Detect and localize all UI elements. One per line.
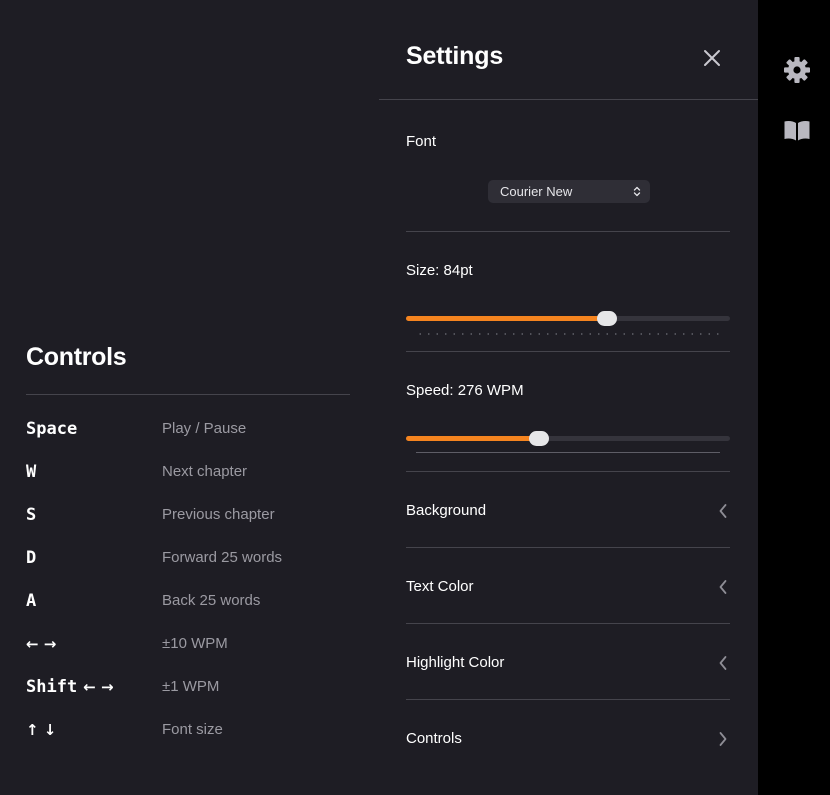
settings-title: Settings xyxy=(406,42,504,70)
chevron-left-icon xyxy=(719,504,727,518)
key-description: Next chapter xyxy=(162,463,248,480)
key-description: Forward 25 words xyxy=(162,549,283,566)
font-section: Font Courier New xyxy=(406,100,730,232)
slider-fill xyxy=(406,316,607,321)
key-description: Back 25 words xyxy=(162,592,261,609)
key-label: Shift ← → xyxy=(26,677,162,697)
text-color-row[interactable]: Text Color xyxy=(406,548,730,624)
slider-thumb[interactable] xyxy=(596,311,617,326)
slider-thumb[interactable] xyxy=(528,431,549,446)
key-description: Font size xyxy=(162,721,223,738)
chevron-right-icon xyxy=(719,732,727,746)
font-label: Font xyxy=(406,133,437,150)
key-label: S xyxy=(26,504,37,525)
settings-header: Settings xyxy=(379,0,758,100)
book-icon xyxy=(784,121,810,141)
slider-fill xyxy=(406,436,539,441)
background-label: Background xyxy=(406,502,487,519)
left-right-arrows-icon: ← → xyxy=(83,677,114,696)
controls-title: Controls xyxy=(26,343,127,371)
control-row: D Forward 25 words xyxy=(26,536,350,579)
font-select[interactable]: Courier New xyxy=(488,180,650,203)
slider-ticks xyxy=(416,452,720,453)
library-button[interactable] xyxy=(783,116,811,144)
up-down-arrows-icon: ↑ ↓ xyxy=(26,720,57,739)
divider xyxy=(26,394,350,395)
close-button[interactable] xyxy=(701,47,723,69)
key-description: Play / Pause xyxy=(162,420,247,437)
control-row: W Next chapter xyxy=(26,450,350,493)
settings-panel: Settings Font Courier New Size: 84pt Spe… xyxy=(379,0,758,795)
control-row: S Previous chapter xyxy=(26,493,350,536)
control-row: ← → ±10 WPM xyxy=(26,622,350,665)
controls-label: Controls xyxy=(406,730,462,747)
right-sidebar xyxy=(758,0,830,795)
key-label: A xyxy=(26,590,37,611)
size-slider[interactable] xyxy=(406,311,730,326)
control-row: ↑ ↓ Font size xyxy=(26,708,350,751)
key-description: ±10 WPM xyxy=(162,635,228,652)
size-label: Size: 84pt xyxy=(406,262,473,279)
key-description: Previous chapter xyxy=(162,506,275,523)
font-select-value: Courier New xyxy=(500,184,573,199)
chevron-left-icon xyxy=(719,656,727,670)
control-row: A Back 25 words xyxy=(26,579,350,622)
size-section: Size: 84pt xyxy=(406,232,730,352)
controls-row[interactable]: Controls xyxy=(406,700,730,776)
close-icon xyxy=(704,50,720,66)
key-description: ±1 WPM xyxy=(162,678,220,695)
key-label: ← → xyxy=(26,635,162,653)
speed-label: Speed: 276 WPM xyxy=(406,382,524,399)
key-label: Space xyxy=(26,418,78,439)
key-label: D xyxy=(26,547,37,568)
updown-chevron-icon xyxy=(633,186,641,197)
settings-body: Font Courier New Size: 84pt Speed: 276 W… xyxy=(406,100,730,776)
highlight-color-row[interactable]: Highlight Color xyxy=(406,624,730,700)
highlight-color-label: Highlight Color xyxy=(406,654,505,671)
speed-section: Speed: 276 WPM xyxy=(406,352,730,472)
left-right-arrows-icon: ← → xyxy=(26,634,57,653)
shift-key-label: Shift xyxy=(26,676,78,697)
background-row[interactable]: Background xyxy=(406,472,730,548)
text-color-label: Text Color xyxy=(406,578,474,595)
gear-icon xyxy=(784,57,810,83)
control-row: Shift ← → ±1 WPM xyxy=(26,665,350,708)
slider-ticks xyxy=(416,333,722,335)
controls-help-panel: Controls Space Play / Pause W Next chapt… xyxy=(26,340,350,751)
control-row: Space Play / Pause xyxy=(26,407,350,450)
chevron-left-icon xyxy=(719,580,727,594)
key-label: ↑ ↓ xyxy=(26,721,162,739)
speed-slider[interactable] xyxy=(406,431,730,446)
settings-button[interactable] xyxy=(783,56,811,84)
key-label: W xyxy=(26,461,37,482)
